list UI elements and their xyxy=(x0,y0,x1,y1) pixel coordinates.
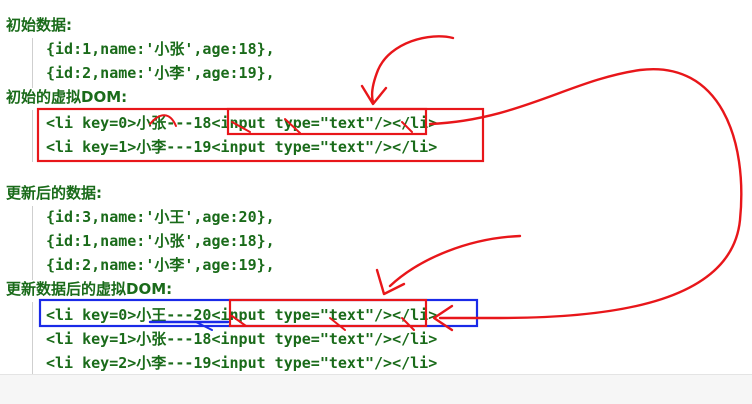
initial-data-item: {id:1,name:'小张',age:18}, xyxy=(46,40,275,58)
updated-data-item: {id:3,name:'小王',age:20}, xyxy=(46,208,275,226)
indent-guide xyxy=(32,38,33,88)
updated-vdom-item: <li key=0>小王---20<input type="text"/></l… xyxy=(46,306,438,324)
initial-vdom-item: <li key=0>小张---18<input type="text"/></l… xyxy=(46,114,438,132)
bottom-bar xyxy=(0,374,752,404)
annotation-arrowhead-middle xyxy=(375,268,406,296)
updated-data-item: {id:1,name:'小张',age:18}, xyxy=(46,232,275,250)
annotation-arrowhead-top xyxy=(360,84,388,106)
updated-vdom-item: <li key=1>小张---18<input type="text"/></l… xyxy=(46,330,438,348)
updated-vdom-heading: 更新数据后的虚拟DOM: xyxy=(6,280,173,298)
annotation-arrow-loop xyxy=(428,67,743,320)
initial-vdom-item: <li key=1>小李---19<input type="text"/></l… xyxy=(46,138,438,156)
indent-guide xyxy=(32,110,33,162)
initial-data-heading: 初始数据: xyxy=(6,16,72,34)
indent-guide xyxy=(32,206,33,280)
updated-data-item: {id:2,name:'小李',age:19}, xyxy=(46,256,275,274)
code-snippet-page: 初始数据: {id:1,name:'小张',age:18}, {id:2,nam… xyxy=(0,0,752,404)
indent-guide xyxy=(32,302,33,374)
initial-data-item: {id:2,name:'小李',age:19}, xyxy=(46,64,275,82)
annotation-arrow-top xyxy=(370,35,455,104)
annotation-arrow-middle xyxy=(388,234,522,288)
updated-vdom-item: <li key=2>小李---19<input type="text"/></l… xyxy=(46,354,438,372)
updated-data-heading: 更新后的数据: xyxy=(6,184,102,202)
initial-vdom-heading: 初始的虚拟DOM: xyxy=(6,88,128,106)
